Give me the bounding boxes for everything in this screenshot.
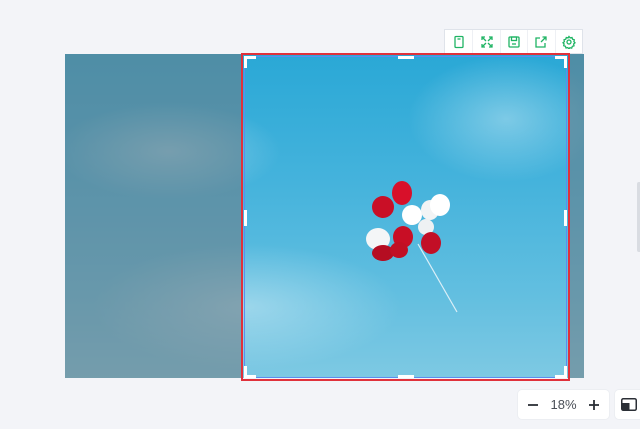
zoom-level: 18% [550, 397, 577, 412]
panel-toggle-button[interactable] [615, 390, 640, 419]
crop-handle-left[interactable] [244, 210, 247, 226]
crop-mask-right [570, 54, 584, 378]
save-button[interactable] [499, 30, 527, 53]
minus-icon [528, 403, 538, 406]
crop-handle-bottom-left[interactable] [244, 366, 256, 378]
zoom-out-button[interactable] [524, 396, 542, 414]
export-button[interactable] [527, 30, 554, 53]
copy-icon [454, 35, 464, 48]
settings-icon [561, 34, 576, 49]
plus-icon [589, 399, 599, 410]
sidebar-panel-icon [621, 398, 637, 411]
zoom-control: 18% [518, 390, 609, 419]
copy-button[interactable] [445, 30, 472, 53]
crop-handle-top-left[interactable] [244, 56, 256, 68]
fit-screen-button[interactable] [472, 30, 499, 53]
settings-button[interactable] [554, 30, 582, 53]
image-toolbar [444, 29, 583, 54]
export-icon [535, 35, 548, 48]
crop-inner-outline [244, 56, 567, 378]
fullscreen-icon [480, 35, 493, 48]
crop-handle-top[interactable] [398, 56, 414, 59]
crop-mask-left [65, 54, 241, 378]
crop-handle-right[interactable] [564, 210, 567, 226]
save-icon [508, 35, 520, 48]
crop-handle-top-right[interactable] [555, 56, 567, 68]
crop-handle-bottom-right[interactable] [555, 366, 567, 378]
crop-selection[interactable] [241, 53, 570, 381]
zoom-in-button[interactable] [585, 396, 603, 414]
crop-handle-bottom[interactable] [398, 375, 414, 378]
